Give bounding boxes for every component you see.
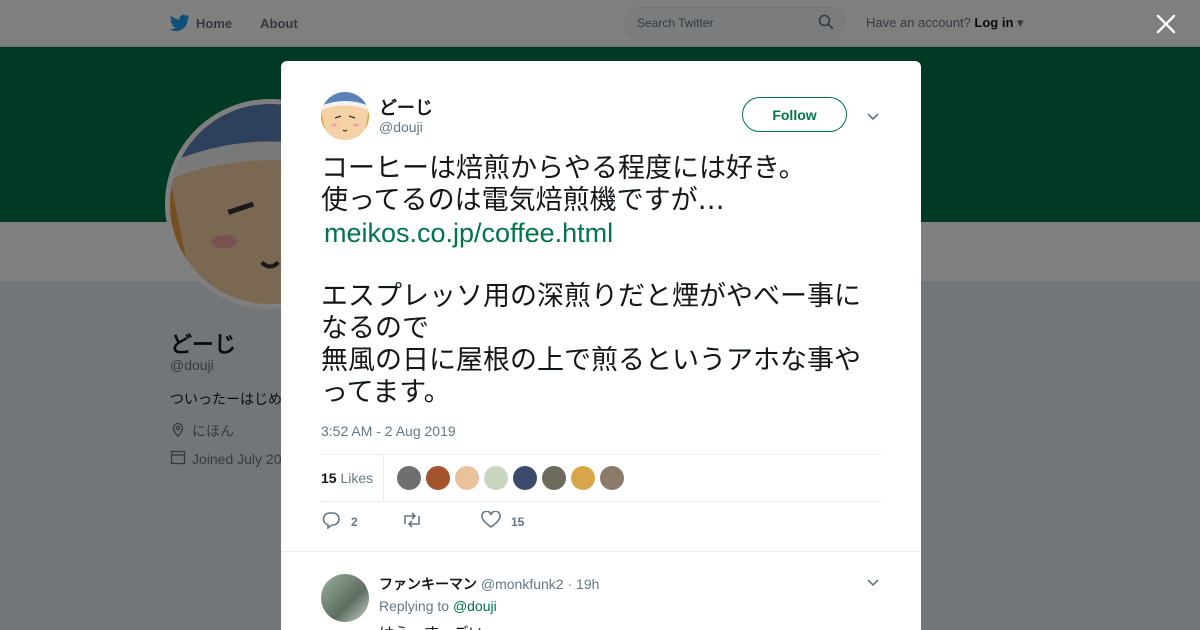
tweet-author-handle[interactable]: @douji (379, 119, 423, 135)
close-icon[interactable] (1154, 12, 1178, 36)
tweet-line: 使ってるのは電気焙煎機ですが… (321, 185, 725, 216)
tweet-author-name[interactable]: どーじ (379, 94, 433, 120)
liker-avatar[interactable] (542, 466, 566, 490)
heart-icon (481, 510, 501, 532)
retweet-action[interactable] (401, 512, 481, 531)
reply-icon (321, 511, 341, 532)
tweet-actions: 2 15 (321, 510, 525, 532)
chevron-down-icon[interactable] (865, 574, 881, 590)
reply-author-avatar[interactable] (321, 574, 369, 622)
tweet-line: エスプレッソ用の深煎りだと煙がやべー事になるので (321, 281, 861, 344)
liker-avatar[interactable] (600, 466, 624, 490)
reply-author-handle[interactable]: @monkfunk2 (481, 576, 564, 592)
reply-author-name[interactable]: ファンキーマン (379, 576, 477, 592)
tweet-timestamp[interactable]: 3:52 AM - 2 Aug 2019 (321, 423, 456, 439)
liker-avatar[interactable] (484, 466, 508, 490)
follow-button[interactable]: Follow (742, 97, 847, 132)
tweet-author-avatar[interactable] (321, 92, 369, 140)
reply-header: ファンキーマン @monkfunk2 · 19h (379, 574, 599, 594)
liker-avatars (397, 466, 624, 490)
likes-row: 15 Likes (321, 454, 881, 502)
liker-avatar[interactable] (397, 466, 421, 490)
tweet-text: コーヒーは焙煎からやる程度には好き。 使ってるのは電気焙煎機ですが… meiko… (321, 153, 886, 409)
likes-count: 15 (321, 470, 337, 486)
reply-text: はえーすっごい (379, 622, 483, 630)
tweet-line: コーヒーは焙煎からやる程度には好き。 (321, 153, 806, 184)
reply-tweet[interactable]: ファンキーマン @monkfunk2 · 19h Replying to @do… (281, 551, 921, 630)
likes-divider (383, 455, 384, 502)
likes-summary[interactable]: 15 Likes (321, 470, 373, 486)
tweet-modal: どーじ @douji Follow コーヒーは焙煎からやる程度には好き。 使って… (281, 61, 921, 630)
tweet-link[interactable]: meikos.co.jp/coffee.html (321, 217, 886, 249)
tweet-line: 無風の日に屋根の上で煎るというアホな事やってます。 (321, 345, 861, 408)
retweet-icon (401, 512, 423, 531)
tweet-spacer (321, 249, 886, 281)
replying-prefix: Replying to (379, 598, 450, 614)
like-count: 15 (511, 514, 525, 529)
reply-time[interactable]: · 19h (567, 576, 599, 592)
replying-handle[interactable]: @douji (453, 598, 497, 614)
reply-count: 2 (351, 514, 358, 529)
reply-action[interactable]: 2 (321, 511, 401, 532)
likes-label: Likes (340, 470, 374, 486)
like-action[interactable]: 15 (481, 510, 525, 532)
chevron-down-icon[interactable] (865, 108, 881, 124)
liker-avatar[interactable] (513, 466, 537, 490)
liker-avatar[interactable] (571, 466, 595, 490)
liker-avatar[interactable] (455, 466, 479, 490)
replying-to: Replying to @douji (379, 598, 497, 614)
liker-avatar[interactable] (426, 466, 450, 490)
